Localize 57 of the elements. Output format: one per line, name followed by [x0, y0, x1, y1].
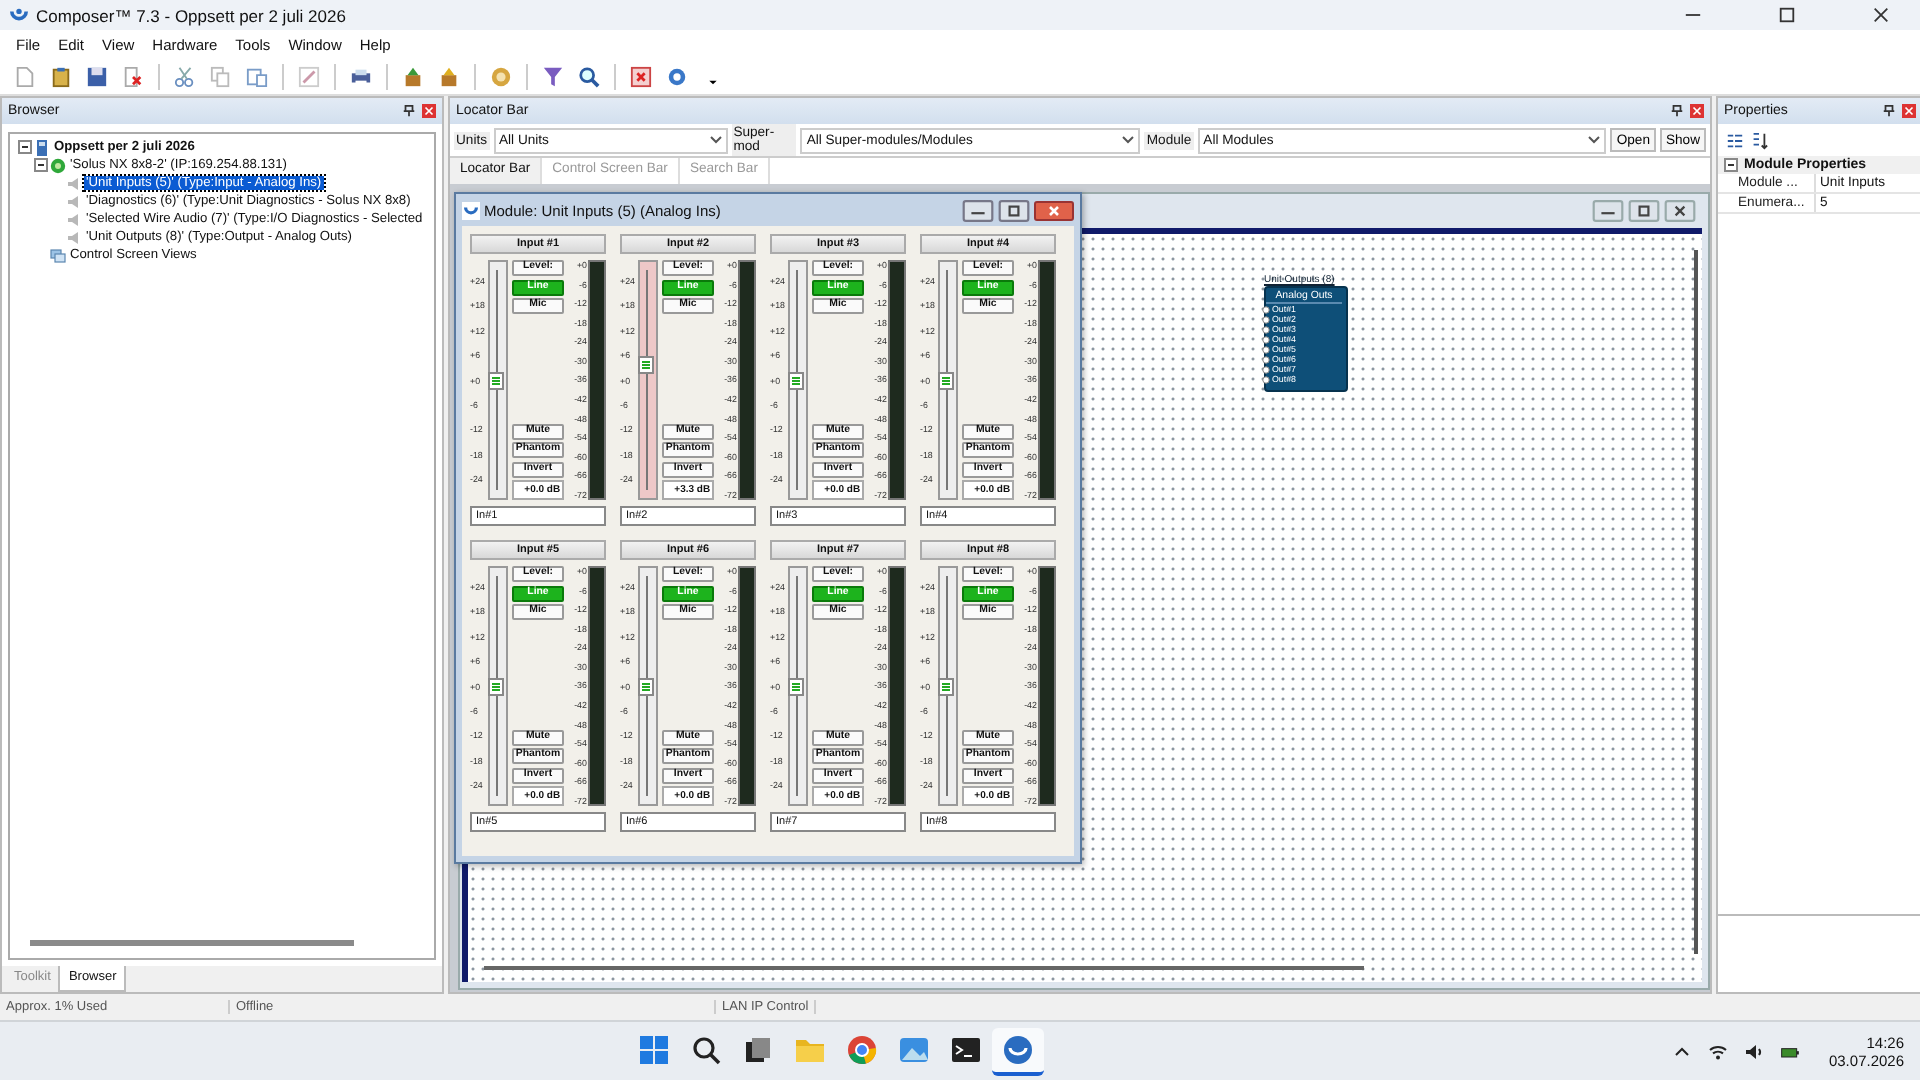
search-icon	[690, 1033, 723, 1065]
fader-handle[interactable]	[488, 371, 505, 389]
clipboard-icon[interactable]	[50, 66, 72, 88]
app-icon	[1002, 1033, 1035, 1065]
fader-handle[interactable]	[938, 371, 955, 389]
speaker-icon[interactable]	[1744, 1041, 1765, 1061]
screens-icon	[50, 247, 66, 263]
close-icon[interactable]	[1664, 200, 1696, 222]
start-icon	[638, 1033, 671, 1065]
collapse-icon[interactable]	[18, 140, 32, 154]
minimize-icon[interactable]	[1592, 200, 1624, 222]
scissors-icon[interactable]	[174, 66, 196, 88]
close-icon[interactable]	[1872, 6, 1890, 24]
app-icon	[462, 201, 480, 219]
close-icon[interactable]	[1034, 199, 1074, 221]
paste-icon[interactable]	[246, 66, 268, 88]
minimize-icon[interactable]	[962, 199, 994, 221]
browser-icon	[846, 1033, 879, 1065]
fader-handle[interactable]	[788, 677, 805, 695]
terminal-icon	[950, 1033, 983, 1065]
collapse-icon[interactable]	[1724, 158, 1738, 172]
restore-icon[interactable]	[1628, 200, 1660, 222]
search-icon[interactable]	[578, 66, 600, 88]
categorized-icon[interactable]	[1726, 131, 1744, 149]
fader-handle[interactable]	[788, 371, 805, 389]
maximize-icon[interactable]	[1778, 6, 1796, 24]
caret-icon	[709, 136, 722, 144]
caret-icon	[1588, 136, 1601, 144]
window-title: Composer™ 7.3 - Oppsett per 2 juli 2026	[36, 5, 346, 25]
horizontal-scrollbar[interactable]	[484, 966, 1364, 970]
printer-icon[interactable]	[350, 66, 372, 88]
filter-icon[interactable]	[542, 66, 564, 88]
collapse-icon[interactable]	[34, 158, 48, 172]
globe-icon[interactable]	[666, 66, 688, 88]
pin-icon[interactable]	[1882, 104, 1896, 118]
package-down-icon[interactable]	[438, 66, 460, 88]
caret-icon	[1122, 136, 1135, 144]
fader-handle[interactable]	[488, 677, 505, 695]
horizontal-scrollbar[interactable]	[30, 940, 354, 946]
vertical-scrollbar[interactable]	[1694, 250, 1698, 954]
wifi-icon[interactable]	[1708, 1041, 1729, 1061]
package-up-icon[interactable]	[402, 66, 424, 88]
pin-icon[interactable]	[1670, 104, 1684, 118]
delete-grid-icon[interactable]	[630, 66, 652, 88]
app-icon	[10, 6, 28, 24]
photo-icon	[898, 1033, 931, 1065]
fader-handle[interactable]	[938, 677, 955, 695]
status-icon	[50, 157, 66, 173]
task-view-icon	[742, 1033, 775, 1065]
device-icon	[34, 139, 50, 155]
delete-document-icon[interactable]	[122, 66, 144, 88]
pin-icon[interactable]	[402, 104, 416, 118]
sort-icon[interactable]	[1750, 131, 1768, 149]
fader-handle[interactable]	[638, 677, 655, 695]
fader-handle[interactable]	[638, 355, 655, 374]
restore-icon[interactable]	[998, 199, 1030, 221]
save-icon[interactable]	[86, 66, 108, 88]
